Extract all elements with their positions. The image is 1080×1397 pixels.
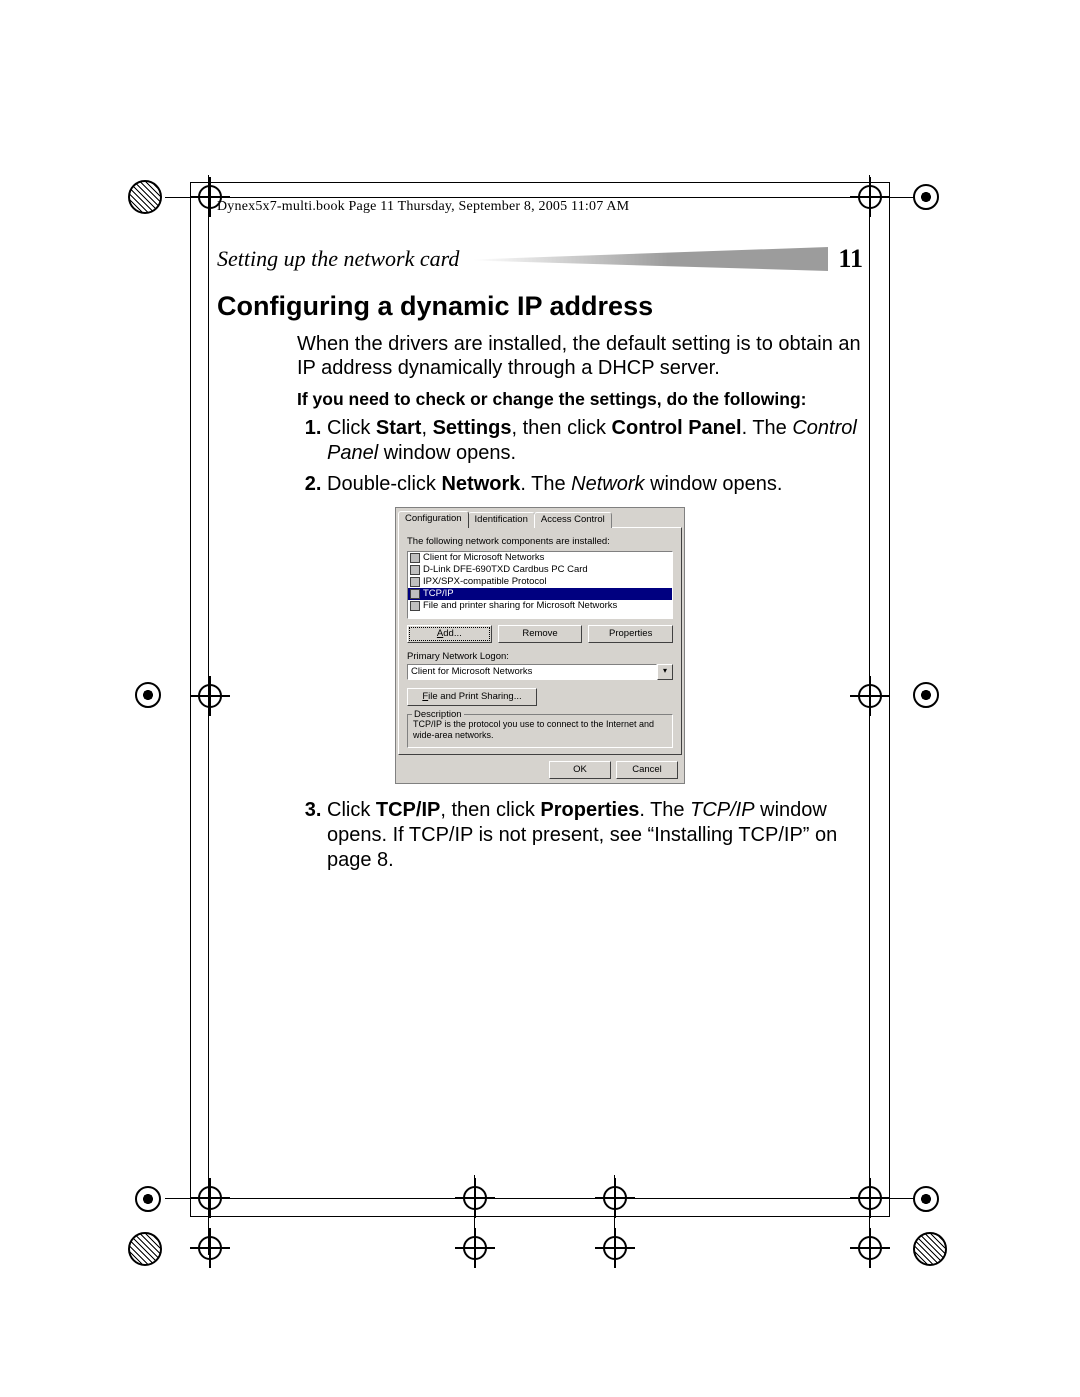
procedure-subheading: If you need to check or change the setti… <box>297 389 863 410</box>
step-1: Click Start, Settings, then click Contro… <box>327 416 863 466</box>
dot-mark-icon <box>135 682 161 708</box>
description-groupbox: Description TCP/IP is the protocol you u… <box>407 714 673 748</box>
network-dialog: Configuration Identification Access Cont… <box>395 507 685 784</box>
step-3: Click TCP/IP, then click Properties. The… <box>327 798 863 873</box>
page-number: 11 <box>838 244 863 274</box>
hatch-mark-icon <box>913 1232 947 1266</box>
intro-paragraph: When the drivers are installed, the defa… <box>297 332 863 381</box>
cancel-button[interactable]: Cancel <box>616 761 678 779</box>
dialog-tabs: Configuration Identification Access Cont… <box>398 510 682 527</box>
list-item[interactable]: File and printer sharing for Microsoft N… <box>408 600 672 612</box>
registration-mark-icon <box>455 1228 495 1268</box>
tabpanel-configuration: The following network components are ins… <box>398 527 682 755</box>
components-listbox[interactable]: Client for Microsoft Networks D-Link DFE… <box>407 551 673 619</box>
list-item[interactable]: Client for Microsoft Networks <box>408 552 672 564</box>
primary-logon-combobox[interactable]: Client for Microsoft Networks ▾ <box>407 664 673 680</box>
hatch-mark-icon <box>128 1232 162 1266</box>
book-meta-line: Dynex5x7-multi.book Page 11 Thursday, Se… <box>217 199 863 215</box>
component-icon <box>410 577 420 587</box>
file-print-sharing-button[interactable]: File and Print Sharing... <box>407 688 537 706</box>
procedure-steps-continued: Click TCP/IP, then click Properties. The… <box>297 798 863 873</box>
component-buttons-row: Add... Remove Properties <box>407 625 673 643</box>
list-item[interactable]: IPX/SPX-compatible Protocol <box>408 576 672 588</box>
primary-logon-label: Primary Network Logon: <box>407 651 673 662</box>
header-wedge-icon <box>473 247 828 271</box>
dot-mark-icon <box>913 1186 939 1212</box>
dot-mark-icon <box>913 682 939 708</box>
add-button[interactable]: Add... <box>407 625 492 643</box>
component-icon <box>410 565 420 575</box>
hatch-mark-icon <box>128 180 162 214</box>
list-item-selected[interactable]: TCP/IP <box>408 588 672 600</box>
description-text: TCP/IP is the protocol you use to connec… <box>413 719 667 741</box>
installed-components-label: The following network components are ins… <box>407 536 673 547</box>
dialog-footer: OK Cancel <box>398 755 682 781</box>
list-item[interactable]: D-Link DFE-690TXD Cardbus PC Card <box>408 564 672 576</box>
dot-mark-icon <box>135 1186 161 1212</box>
section-title: Setting up the network card <box>217 246 459 272</box>
component-icon <box>410 589 420 599</box>
component-icon <box>410 601 420 611</box>
dot-mark-icon <box>913 184 939 210</box>
registration-mark-icon <box>595 1228 635 1268</box>
properties-button[interactable]: Properties <box>588 625 673 643</box>
tab-access-control[interactable]: Access Control <box>534 512 612 528</box>
registration-mark-icon <box>850 1228 890 1268</box>
tab-configuration[interactable]: Configuration <box>398 511 469 528</box>
remove-button[interactable]: Remove <box>498 625 583 643</box>
section-header: Setting up the network card 11 <box>217 245 863 273</box>
procedure-steps: Click Start, Settings, then click Contro… <box>297 416 863 497</box>
ok-button[interactable]: OK <box>549 761 611 779</box>
combobox-value: Client for Microsoft Networks <box>407 664 657 680</box>
tab-identification[interactable]: Identification <box>468 512 535 528</box>
page-frame: Dynex5x7-multi.book Page 11 Thursday, Se… <box>190 182 890 1217</box>
description-legend: Description <box>412 709 464 720</box>
component-icon <box>410 553 420 563</box>
registration-mark-icon <box>190 1228 230 1268</box>
step-2: Double-click Network. The Network window… <box>327 472 863 497</box>
main-heading: Configuring a dynamic IP address <box>217 291 863 322</box>
chevron-down-icon[interactable]: ▾ <box>657 664 673 680</box>
